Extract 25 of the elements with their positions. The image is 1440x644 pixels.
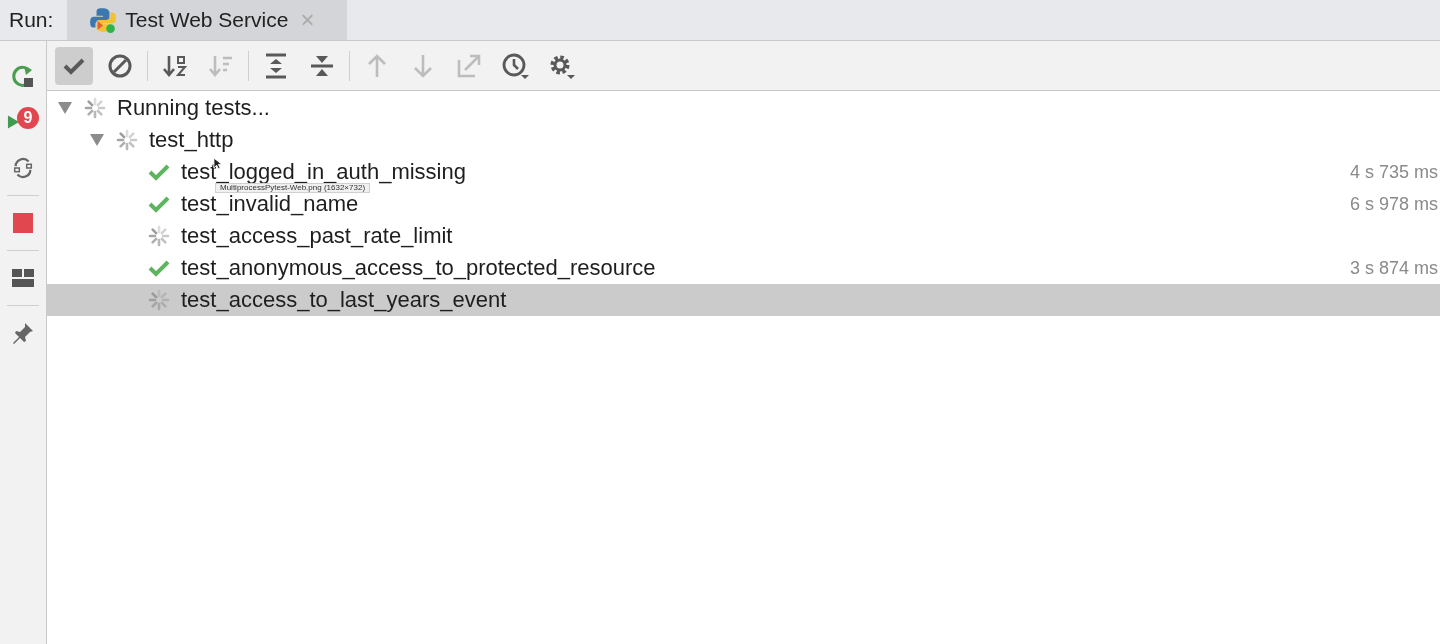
- test-name[interactable]: test_invalid_name: [181, 193, 359, 215]
- layout-icon[interactable]: [12, 269, 34, 287]
- collapse-triangle-icon[interactable]: [57, 102, 73, 114]
- toggle-auto-test-icon[interactable]: [11, 155, 35, 181]
- failed-count-badge: 9: [17, 107, 39, 129]
- python-icon: [89, 6, 118, 34]
- tab-title: Test Web Service: [125, 8, 289, 32]
- file-tooltip: MultiprocessPytest-Web.png (1632×732): [215, 183, 371, 193]
- play-icon[interactable]: [7, 114, 20, 130]
- run-tab[interactable]: Test Web Service ×: [67, 0, 348, 40]
- collapse-triangle-icon[interactable]: [89, 134, 105, 146]
- run-label: Run:: [8, 8, 55, 32]
- test-name[interactable]: Running tests...: [117, 97, 270, 119]
- history-icon: [501, 51, 529, 80]
- passed-button[interactable]: [55, 46, 93, 85]
- test-name[interactable]: test_access_to_last_years_event: [181, 289, 507, 311]
- pin-icon[interactable]: [11, 321, 35, 345]
- test-name[interactable]: test_access_past_rate_limit: [181, 225, 453, 247]
- rerun-icon[interactable]: [10, 63, 36, 89]
- test-name[interactable]: test_logged_in_auth_missing: [181, 161, 466, 183]
- test-duration: 3 s 874 ms: [1349, 257, 1438, 279]
- test-duration: 4 s 735 ms: [1349, 161, 1438, 183]
- test-name[interactable]: test_http: [149, 129, 234, 151]
- test-name[interactable]: test_anonymous_access_to_protected_resource: [181, 257, 656, 279]
- test-duration: 6 s 978 ms: [1349, 193, 1438, 215]
